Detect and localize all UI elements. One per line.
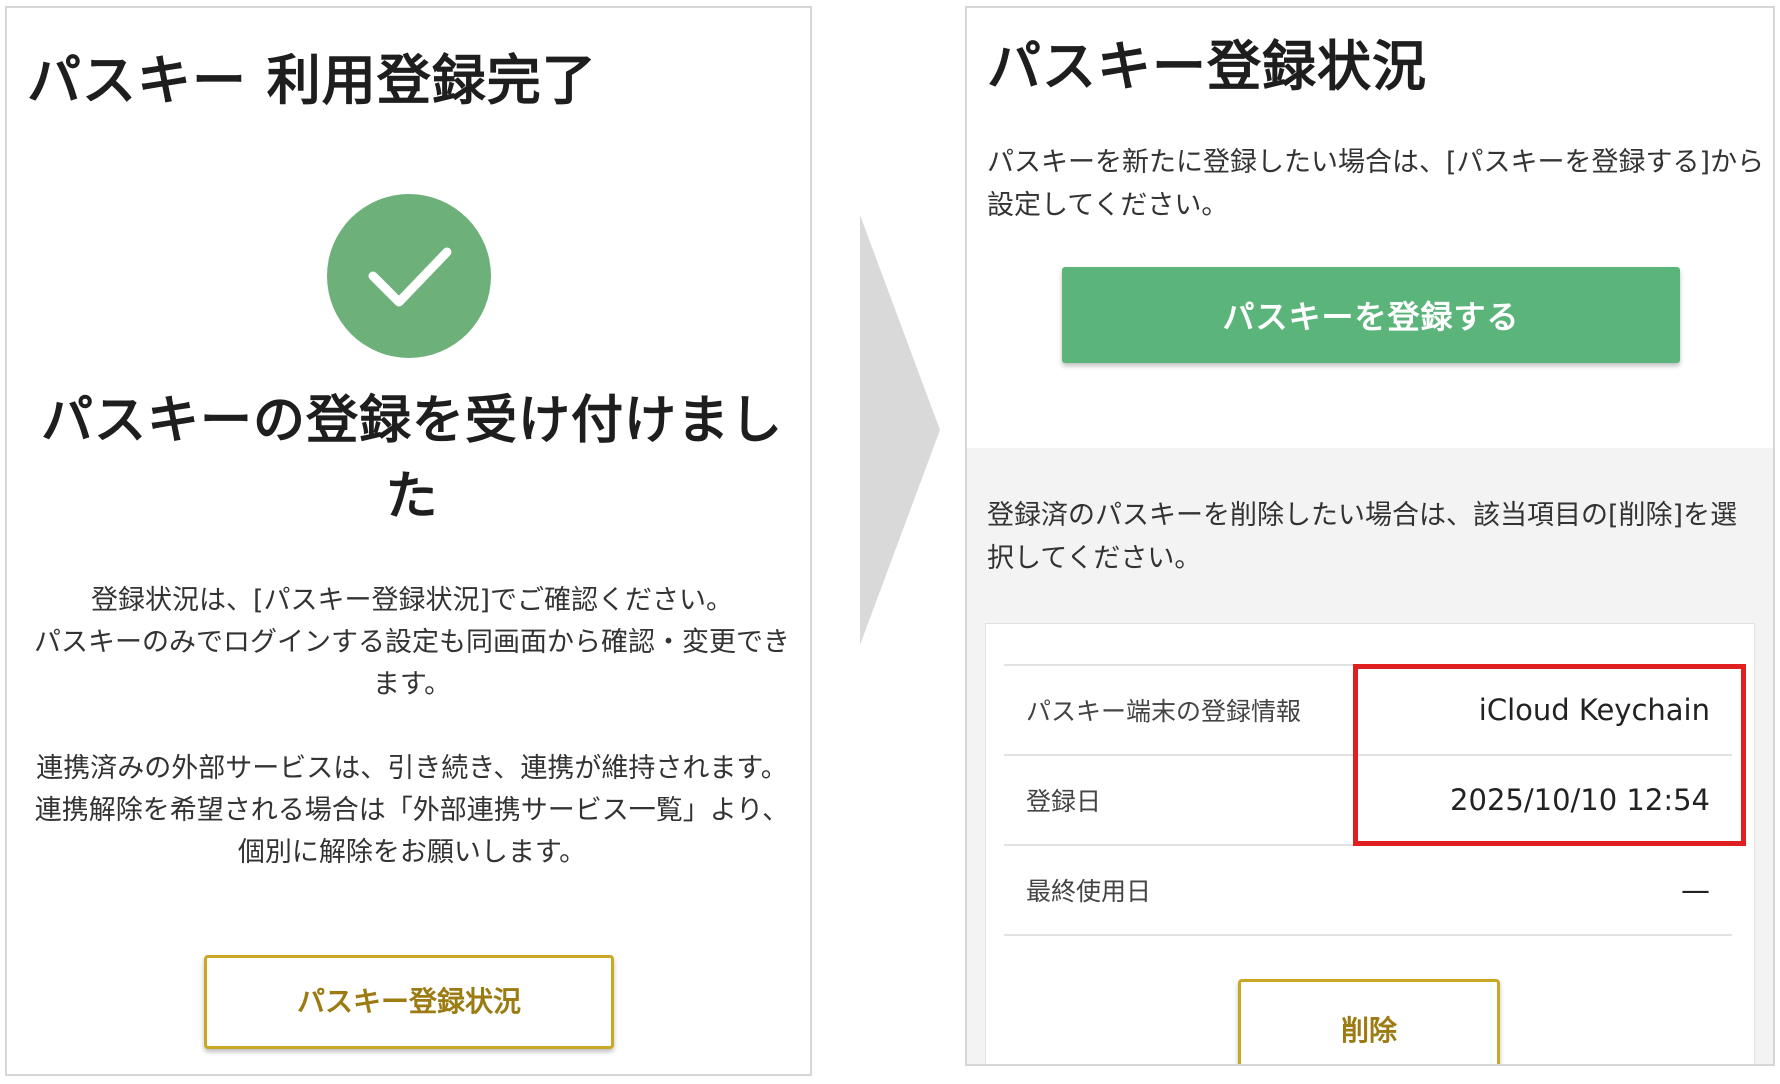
table-row: 最終使用日 — — [1004, 844, 1732, 936]
table-row: 登録日 2025/10/10 12:54 — [1004, 754, 1732, 846]
info-paragraph: 登録状況は、[パスキー登録状況]でご確認ください。 パスキーのみでログインする設… — [27, 580, 797, 706]
info-line: 連携済みの外部サービスは、引き続き、連携が維持されます。 — [36, 753, 788, 784]
registered-passkeys-section: 登録済のパスキーを削除したい場合は、該当項目の[削除]を選択してください。 パス… — [967, 448, 1773, 1064]
info-line: パスキーのみでログインする設定も同画面から確認・変更できます。 — [34, 627, 790, 700]
row-value: — — [1359, 844, 1732, 936]
register-passkey-button[interactable]: パスキーを登録する — [1062, 267, 1680, 363]
success-heading: パスキーの登録を受け付けました — [40, 391, 783, 527]
registration-complete-panel: パスキー 利用登録完了 パスキーの登録を受け付けました 登録状況は、[パスキー登… — [5, 6, 812, 1076]
row-label: 最終使用日 — [1004, 844, 1359, 936]
passkey-status-button[interactable]: パスキー登録状況 — [204, 955, 614, 1049]
row-value: 2025/10/10 12:54 — [1359, 754, 1732, 846]
passkey-card: パスキー端末の登録情報 iCloud Keychain 登録日 2025/10/… — [985, 623, 1755, 1064]
checkmark-icon — [368, 247, 452, 307]
row-label: パスキー端末の登録情報 — [1004, 664, 1359, 756]
page-title: パスキー 利用登録完了 — [27, 49, 597, 112]
info-line: 連携解除を希望される場合は「外部連携サービス一覧」より、個別に解除をお願いします… — [34, 795, 790, 868]
passkey-info-table: パスキー端末の登録情報 iCloud Keychain 登録日 2025/10/… — [1004, 664, 1732, 936]
delete-button[interactable]: 削除 — [1238, 979, 1500, 1064]
info-text: 登録状況は、[パスキー登録状況]でご確認ください。 パスキーのみでログインする設… — [27, 580, 797, 916]
page-title: パスキー登録状況 — [987, 35, 1427, 98]
info-paragraph: 連携済みの外部サービスは、引き続き、連携が維持されます。 連携解除を希望される場… — [27, 748, 797, 874]
row-label: 登録日 — [1004, 754, 1359, 846]
info-line: 登録状況は、[パスキー登録状況]でご確認ください。 — [90, 585, 734, 616]
register-description: パスキーを新たに登録したい場合は、[パスキーを登録する]から設定してください。 — [987, 147, 1765, 221]
passkey-status-panel: パスキー登録状況 パスキーを新たに登録したい場合は、[パスキーを登録する]から設… — [965, 6, 1775, 1066]
table-row: パスキー端末の登録情報 iCloud Keychain — [1004, 664, 1732, 756]
check-circle-icon — [327, 194, 491, 358]
row-value: iCloud Keychain — [1359, 664, 1732, 756]
chevron-right-arrow-icon — [860, 215, 940, 645]
delete-description: 登録済のパスキーを削除したい場合は、該当項目の[削除]を選択してください。 — [987, 500, 1738, 574]
